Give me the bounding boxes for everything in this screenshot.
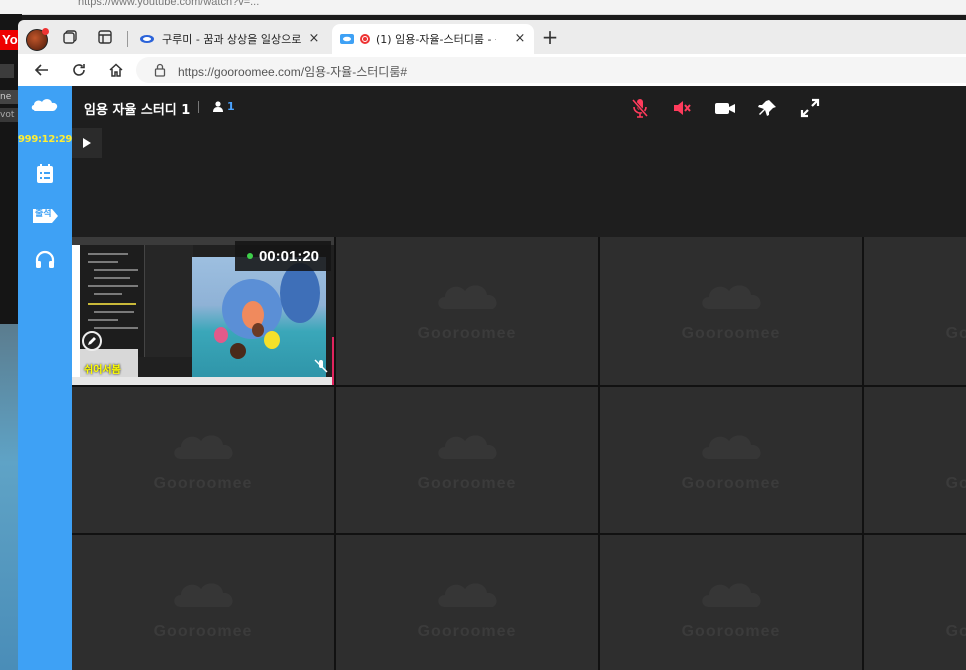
elapsed-time-badge: 00:01:20 — [235, 241, 331, 271]
watermark-text: Gooroomee — [681, 325, 781, 342]
video-tile-empty[interactable]: Gooroomee — [864, 535, 966, 670]
notification-dot — [42, 28, 49, 35]
cloud-watermark-icon — [438, 435, 497, 459]
pencil-icon[interactable] — [82, 331, 102, 351]
profile-avatar[interactable] — [26, 28, 49, 51]
recording-icon — [360, 34, 370, 44]
participant-count[interactable]: 1 — [213, 100, 235, 113]
watermark-text: Gooroomee — [417, 475, 517, 492]
elapsed-time: 00:01:20 — [258, 247, 320, 265]
cloud-watermark-icon — [438, 285, 497, 309]
close-tab-icon[interactable]: × — [306, 31, 322, 47]
workspaces-icon[interactable] — [60, 27, 80, 47]
attendance-tag-icon[interactable]: 출석 — [31, 204, 59, 228]
pin-icon[interactable] — [756, 96, 780, 120]
back-icon[interactable] — [32, 60, 52, 80]
watermark-text: Gooroomee — [945, 475, 966, 492]
close-tab-icon[interactable]: × — [512, 31, 528, 47]
url-text[interactable]: https://gooroomee.com/임용-자율-스터디룸# — [178, 63, 407, 80]
tab-separator — [127, 31, 128, 47]
gooroomee-favicon — [340, 34, 354, 44]
video-tile-empty[interactable]: Gooroomee — [336, 237, 598, 385]
background-window-bar: https://www.youtube.com/watch?v=... — [0, 0, 966, 15]
address-bar[interactable]: https://gooroomee.com/임용-자율-스터디룸# — [136, 57, 966, 83]
gooroomee-favicon — [140, 35, 154, 43]
speaker-muted-icon[interactable] — [670, 96, 694, 120]
video-tile-empty[interactable]: Gooroomee — [336, 387, 598, 533]
tile-border-accent — [332, 337, 334, 385]
schedule-list-icon[interactable] — [33, 162, 57, 186]
study-room-page: 999:12:29 출석 임용 자율 스터디 1 1 쉬어서봄 00:01:20… — [18, 86, 966, 670]
study-timer: 999:12:29 — [18, 134, 73, 145]
video-tile-empty[interactable]: Gooroomee — [600, 387, 862, 533]
tab-gooroomee-home[interactable]: 구루미 - 꿈과 상상을 일상으로 × — [132, 24, 328, 54]
gooroomee-logo-icon[interactable] — [30, 96, 60, 116]
cloud-watermark-icon — [438, 583, 497, 607]
headphones-icon[interactable] — [33, 247, 57, 271]
screen-panel — [144, 245, 193, 357]
refresh-icon[interactable] — [69, 60, 89, 80]
camera-icon[interactable] — [713, 96, 737, 120]
browser-window: 구루미 - 꿈과 상상을 일상으로 × (1) 임용-자율-스터디룸 - 구 ×… — [18, 20, 966, 670]
cloud-watermark-icon — [702, 583, 761, 607]
cloud-watermark-icon — [702, 285, 761, 309]
screen-taskbar — [72, 377, 334, 385]
screen-sidebar — [72, 245, 80, 385]
live-dot — [246, 253, 253, 259]
video-tile-live[interactable]: 쉬어서봄 00:01:20 — [72, 237, 334, 385]
mic-muted-icon[interactable] — [628, 96, 652, 120]
new-tab-button[interactable]: + — [540, 27, 560, 48]
video-tile-empty[interactable]: Gooroomee — [336, 535, 598, 670]
watermark-text: Gooroomee — [681, 623, 781, 640]
video-tile-empty[interactable]: Gooroomee — [72, 387, 334, 533]
tile-mic-muted-icon — [314, 359, 328, 373]
cloud-watermark-icon — [174, 435, 233, 459]
tab-title: (1) 임용-자율-스터디룸 - 구 — [376, 33, 496, 46]
video-grid: 쉬어서봄 00:01:20 Gooroomee Gooroomee Go Goo… — [72, 237, 966, 670]
video-tile-empty[interactable]: Gooroomee — [864, 237, 966, 385]
fullscreen-icon[interactable] — [798, 96, 822, 120]
webcam-label: 쉬어서봄 — [84, 365, 121, 376]
tab-study-room[interactable]: (1) 임용-자율-스터디룸 - 구 × — [332, 24, 534, 54]
game-view — [192, 257, 326, 377]
background-dropdown — [0, 64, 14, 78]
cloud-watermark-icon — [702, 435, 761, 459]
sidebar: 999:12:29 출석 — [18, 86, 72, 670]
lock-icon[interactable] — [154, 63, 166, 77]
watermark-text: Gooroomee — [681, 475, 781, 492]
video-tile-empty[interactable]: Gooroomee — [600, 237, 862, 385]
home-icon[interactable] — [106, 60, 126, 80]
attendance-label: 출석 — [35, 209, 52, 219]
participant-count-value: 1 — [227, 100, 235, 113]
watermark-text: Gooroomee — [945, 325, 966, 342]
background-url-text: https://www.youtube.com/watch?v=... — [78, 0, 260, 8]
tab-strip: 구루미 - 꿈과 상상을 일상으로 × (1) 임용-자율-스터디룸 - 구 ×… — [18, 20, 966, 54]
watermark-text: Gooroomee — [945, 623, 966, 640]
watermark-text: Gooroomee — [153, 623, 253, 640]
play-icon — [83, 138, 91, 148]
watermark-text: Gooroomee — [417, 623, 517, 640]
title-separator — [198, 101, 199, 113]
tab-title: 구루미 - 꿈과 상상을 일상으로 — [162, 33, 302, 46]
cloud-watermark-icon — [174, 583, 233, 607]
video-tile-empty[interactable]: Gooroomee — [600, 535, 862, 670]
video-tile-empty[interactable]: Gooroomee — [72, 535, 334, 670]
room-main: 임용 자율 스터디 1 1 쉬어서봄 00:01:20 Gooroomee Go… — [72, 86, 966, 670]
tab-actions-icon[interactable] — [95, 27, 115, 47]
watermark-text: Gooroomee — [153, 475, 253, 492]
video-tile-empty[interactable]: Gooroomee — [864, 387, 966, 533]
browser-toolbar: https://gooroomee.com/임용-자율-스터디룸# — [18, 54, 966, 86]
play-button[interactable] — [72, 128, 102, 158]
user-icon — [213, 101, 223, 112]
room-title: 임용 자율 스터디 1 — [84, 103, 191, 118]
watermark-text: Gooroomee — [417, 325, 517, 342]
